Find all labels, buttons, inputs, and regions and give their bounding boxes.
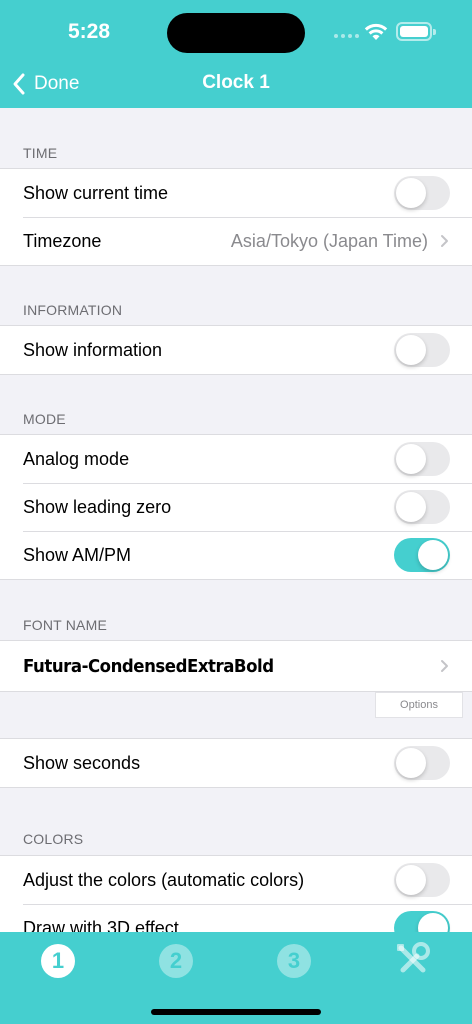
row-label: Show seconds: [23, 752, 141, 773]
font-options-button[interactable]: Options: [375, 692, 463, 718]
row-label: Show leading zero: [23, 496, 172, 517]
row-label: Show AM/PM: [23, 544, 132, 565]
nav-header: 5:28 Done Clock 1: [0, 0, 472, 108]
row-show-ampm: Show AM/PM: [0, 531, 472, 579]
group-font-name: Futura-CondensedExtraBold: [0, 640, 472, 692]
tab-number: 1: [41, 944, 75, 978]
row-label: Adjust the colors (automatic colors): [23, 869, 305, 890]
show-seconds-toggle[interactable]: [394, 746, 450, 780]
chevron-right-icon: [441, 660, 448, 672]
row-label: Show information: [23, 339, 163, 360]
wifi-icon: [364, 21, 388, 46]
status-time: 5:28: [68, 20, 111, 43]
tab-clock-3[interactable]: 3: [277, 944, 313, 980]
row-show-information: Show information: [0, 326, 472, 374]
tab-number: 3: [277, 944, 311, 978]
tools-icon: [397, 942, 430, 973]
row-font[interactable]: Futura-CondensedExtraBold: [0, 641, 472, 691]
row-label: Timezone: [23, 230, 102, 251]
tab-number: 2: [159, 944, 193, 978]
show-ampm-toggle[interactable]: [394, 538, 450, 572]
tab-clock-2[interactable]: 2: [159, 944, 195, 980]
tab-tools[interactable]: [393, 940, 433, 980]
page-title: Clock 1: [202, 72, 270, 93]
section-header-colors: COLORS: [23, 831, 84, 847]
section-header-mode: MODE: [23, 411, 66, 427]
group-information: Show information: [0, 325, 472, 375]
analog-mode-toggle[interactable]: [394, 442, 450, 476]
show-leading-zero-toggle[interactable]: [394, 490, 450, 524]
section-header-time: TIME: [23, 145, 58, 161]
chevron-right-icon: [441, 235, 448, 247]
group-seconds: Show seconds: [0, 738, 472, 788]
tab-clock-1[interactable]: 1: [41, 944, 77, 980]
section-header-font-name: FONT NAME: [23, 617, 107, 633]
row-show-leading-zero: Show leading zero: [0, 483, 472, 531]
row-adjust-colors: Adjust the colors (automatic colors): [0, 856, 472, 904]
show-information-toggle[interactable]: [394, 333, 450, 367]
row-label: Show current time: [23, 182, 169, 203]
show-current-time-toggle[interactable]: [394, 176, 450, 210]
timezone-value: Asia/Tokyo (Japan Time): [230, 230, 428, 251]
section-header-information: INFORMATION: [23, 302, 123, 318]
row-analog-mode: Analog mode: [0, 435, 472, 483]
home-indicator: [151, 1009, 321, 1015]
group-mode: Analog mode Show leading zero Show AM/PM: [0, 434, 472, 580]
dynamic-island: [167, 13, 305, 53]
adjust-colors-toggle[interactable]: [394, 863, 450, 897]
group-time: Show current time Timezone Asia/Tokyo (J…: [0, 168, 472, 266]
battery-icon: [396, 22, 436, 41]
cellular-signal-icon: [334, 34, 359, 38]
font-name-value: Futura-CondensedExtraBold: [23, 655, 274, 677]
row-timezone[interactable]: Timezone Asia/Tokyo (Japan Time): [0, 217, 472, 265]
row-show-seconds: Show seconds: [0, 739, 472, 787]
row-show-current-time: Show current time: [0, 169, 472, 217]
row-label: Analog mode: [23, 448, 130, 469]
